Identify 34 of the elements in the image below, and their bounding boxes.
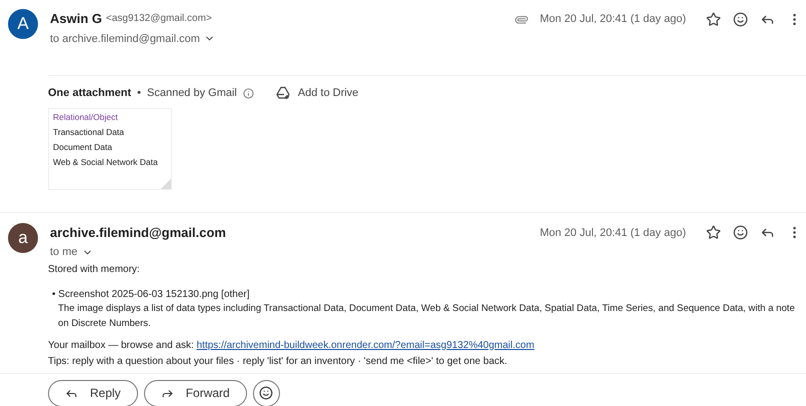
emoji-button[interactable] bbox=[252, 380, 280, 406]
sender-name: archive.filemind@gmail.com bbox=[50, 224, 226, 242]
emoji-icon bbox=[259, 386, 274, 400]
info-icon[interactable] bbox=[242, 88, 254, 99]
attachment-thumbnail[interactable]: Relational/Object Transactional Data Document Data Web & Social Network Data bbox=[48, 108, 172, 190]
avatar: A bbox=[8, 9, 38, 39]
reply-button[interactable]: Reply bbox=[48, 380, 138, 406]
recipient-text: to me bbox=[50, 245, 78, 260]
message-date: Mon 20 Jul, 20:41 (1 day ago) bbox=[540, 12, 686, 27]
message-date: Mon 20 Jul, 20:41 (1 day ago) bbox=[540, 226, 686, 240]
intro-text: Stored with memory: bbox=[48, 262, 141, 276]
bullet-text: • Screenshot 2025-06-03 152130.png [other] bbox=[52, 288, 251, 300]
tips-text: Tips: reply with a question about your files · reply 'list' for an inventory · 'send me <file>' to get one back. bbox=[48, 354, 508, 368]
thumbnail-text: Transactional Data bbox=[53, 126, 124, 136]
sender-email: <asg9132@gmail.com> bbox=[106, 12, 212, 26]
description-text: The image displays a list of data types including Transactional Data, Document Data, Web & Social Network Data, Spatial Data, Time Series, and Sequence Data, with a note on Discrete Numbers. bbox=[58, 302, 796, 330]
emoji-icon[interactable] bbox=[733, 12, 748, 27]
attachment-count: One attachment bbox=[48, 86, 132, 101]
thumbnail-text: Web & Social Network Data bbox=[53, 156, 158, 166]
scan-note: Scanned by Gmail bbox=[147, 86, 237, 101]
separator-dot: • bbox=[137, 86, 141, 101]
mailbox-link[interactable]: https://archivemind-buildweek.onrender.com/?email=asg9132%40gmail.com bbox=[196, 340, 534, 350]
thumbnail-text: Relational/Object bbox=[53, 112, 118, 122]
recipient-text: to archive.filemind@gmail.com bbox=[50, 32, 200, 46]
avatar: a bbox=[8, 222, 38, 252]
drive-add-icon bbox=[276, 86, 290, 100]
emoji-icon[interactable] bbox=[733, 225, 748, 240]
mailbox-text: Your mailbox — browse and ask: https://archivemind-buildweek.onrender.com/?email=asg9132%40gmail.com bbox=[48, 338, 536, 352]
add-to-drive-button[interactable]: Add to Drive bbox=[276, 85, 358, 102]
star-icon[interactable] bbox=[706, 12, 721, 27]
star-icon[interactable] bbox=[706, 225, 721, 240]
sender-name: Aswin G bbox=[50, 10, 102, 28]
thumbnail-text: Document Data bbox=[53, 142, 112, 152]
forward-button[interactable]: Forward bbox=[144, 380, 247, 406]
